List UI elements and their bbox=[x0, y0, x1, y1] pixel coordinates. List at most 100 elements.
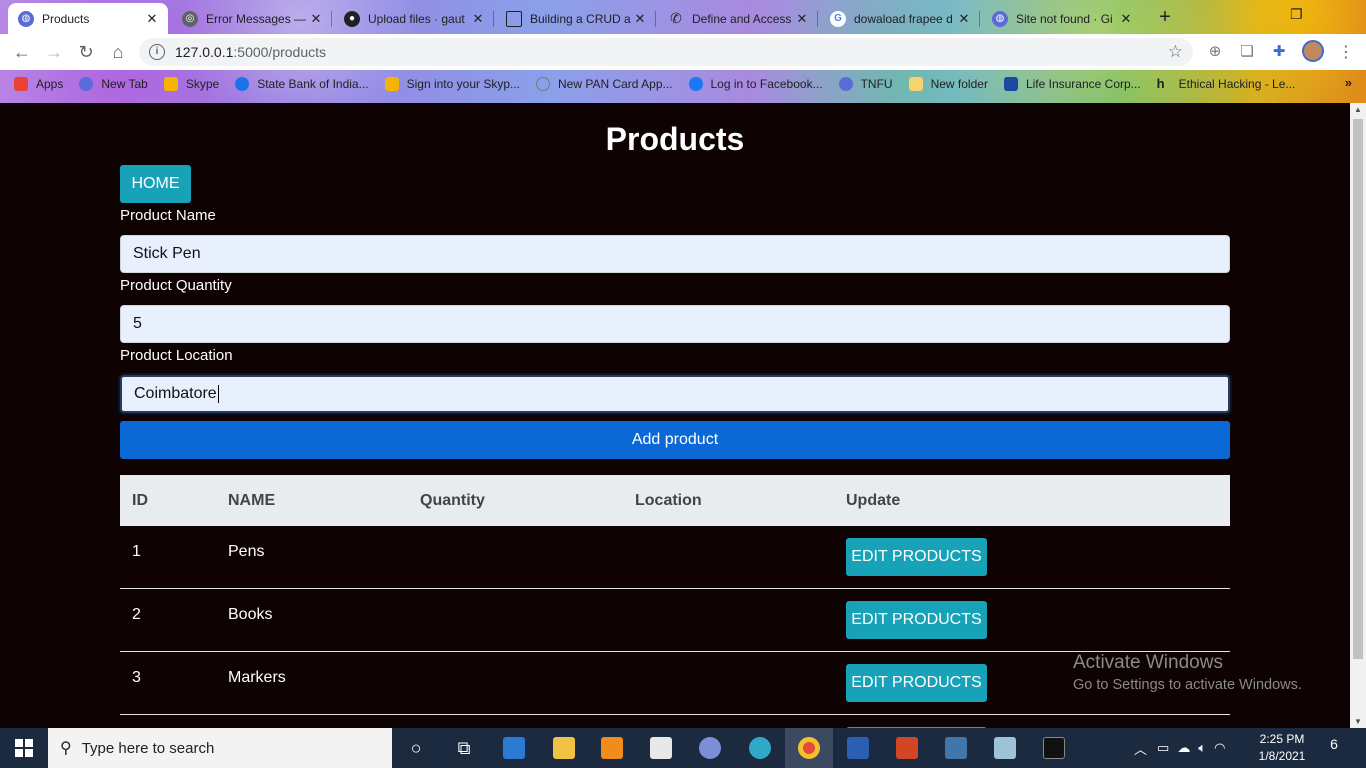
product-quantity-input[interactable]: 5 bbox=[120, 305, 1230, 343]
globe-icon: ◍ bbox=[18, 10, 34, 27]
chevron-up-icon[interactable]: ︿ bbox=[1134, 739, 1147, 758]
powerpoint-icon[interactable] bbox=[883, 728, 931, 768]
close-icon[interactable]: ✕ bbox=[1118, 11, 1134, 27]
chromium-icon[interactable] bbox=[686, 728, 734, 768]
page-scrollbar[interactable]: ▲ ▼ bbox=[1350, 103, 1366, 728]
header-quantity: Quantity bbox=[420, 492, 485, 509]
store-icon[interactable] bbox=[637, 728, 685, 768]
reload-icon[interactable]: ↻ bbox=[76, 42, 96, 62]
tab-divider bbox=[655, 11, 656, 27]
close-icon[interactable]: ✕ bbox=[956, 11, 972, 27]
bookmark-new-tab[interactable]: New Tab bbox=[79, 77, 148, 91]
globe-icon bbox=[79, 77, 94, 91]
system-tray: ︿ ▭ ☁ 🔈︎ ◠ bbox=[1134, 728, 1225, 768]
windows-logo-icon bbox=[163, 77, 178, 91]
word-icon[interactable] bbox=[834, 728, 882, 768]
tab-upload-files[interactable]: ● Upload files · gaut ✕ bbox=[334, 3, 494, 34]
bookmark-new-folder[interactable]: New folder bbox=[908, 77, 988, 91]
mail-icon[interactable] bbox=[490, 728, 538, 768]
bookmark-ethical-hacking[interactable]: h Ethical Hacking - Le... bbox=[1156, 76, 1296, 92]
close-icon[interactable]: ✕ bbox=[794, 11, 810, 27]
forward-icon[interactable]: → bbox=[44, 42, 64, 62]
extensions-icon[interactable]: ✚ bbox=[1270, 43, 1288, 61]
tab-site-not-found[interactable]: ◍ Site not found · Gi ✕ bbox=[982, 3, 1142, 34]
product-quantity-value: 5 bbox=[133, 315, 142, 332]
header-name: NAME bbox=[228, 492, 276, 509]
table-row: 2 Books EDIT PRODUCTS bbox=[120, 589, 1230, 652]
add-product-button[interactable]: Add product bbox=[120, 421, 1230, 459]
tab-download-frappe[interactable]: G dowaload frapee d ✕ bbox=[820, 3, 980, 34]
globe-icon bbox=[838, 77, 853, 91]
edge-icon[interactable] bbox=[736, 728, 784, 768]
battery-icon[interactable]: ▭ bbox=[1157, 740, 1169, 756]
new-tab-button[interactable]: + bbox=[1154, 6, 1176, 28]
scroll-down-icon[interactable]: ▼ bbox=[1350, 717, 1366, 726]
python-icon[interactable] bbox=[932, 728, 980, 768]
bookmark-skype[interactable]: Skype bbox=[163, 77, 219, 91]
notification-center-icon[interactable]: 6 bbox=[1322, 736, 1346, 760]
tab-divider bbox=[331, 11, 332, 27]
edit-products-button[interactable]: EDIT PRODUCTS bbox=[846, 538, 987, 576]
lic-logo-icon bbox=[1003, 77, 1018, 91]
cell-id: 2 bbox=[132, 606, 141, 623]
translate-icon[interactable]: ⊕ bbox=[1206, 43, 1224, 61]
address-bar[interactable]: i 127.0.0.1:5000/products ☆ bbox=[139, 38, 1193, 66]
cortana-icon[interactable]: ○ bbox=[392, 728, 440, 768]
copy-icon[interactable]: ❏ bbox=[1238, 43, 1256, 61]
tab-building-crud[interactable]: Building a CRUD a ✕ bbox=[496, 3, 656, 34]
bookmark-star-icon[interactable]: ☆ bbox=[1168, 42, 1183, 62]
products-table: ID NAME Quantity Location Update 1 Pens … bbox=[120, 475, 1230, 728]
bookmarks-overflow-button[interactable]: » bbox=[1345, 75, 1352, 90]
bookmark-tnfu[interactable]: TNFU bbox=[838, 77, 893, 91]
close-icon[interactable]: ✕ bbox=[470, 11, 486, 27]
clock-time: 2:25 PM bbox=[1259, 732, 1305, 746]
onedrive-icon[interactable]: ☁ bbox=[1177, 740, 1190, 756]
start-button[interactable] bbox=[0, 728, 48, 768]
tab-products[interactable]: ◍ Products ✕ bbox=[8, 3, 168, 34]
watermark-subtitle: Go to Settings to activate Windows. bbox=[1073, 677, 1302, 693]
tab-define-access[interactable]: ✆ Define and Access ✕ bbox=[658, 3, 818, 34]
close-icon[interactable]: ✕ bbox=[144, 11, 160, 27]
close-icon[interactable]: ✕ bbox=[308, 11, 324, 27]
scrollbar-thumb[interactable] bbox=[1353, 119, 1363, 659]
task-view-icon[interactable]: ⧉ bbox=[440, 728, 488, 768]
close-icon[interactable]: ✕ bbox=[632, 11, 648, 27]
github-icon: ● bbox=[344, 10, 360, 27]
bookmark-facebook[interactable]: Log in to Facebook... bbox=[688, 77, 823, 91]
chrome-icon[interactable] bbox=[785, 728, 833, 768]
bookmark-pan-card[interactable]: New PAN Card App... bbox=[536, 77, 673, 91]
notes-icon[interactable] bbox=[981, 728, 1029, 768]
bookmark-apps[interactable]: Apps bbox=[14, 77, 63, 91]
home-icon[interactable]: ⌂ bbox=[108, 42, 128, 62]
product-location-input[interactable]: Coimbatore bbox=[120, 375, 1230, 413]
info-icon[interactable]: i bbox=[149, 44, 165, 60]
taskbar-clock[interactable]: 2:25 PM 1/8/2021 bbox=[1255, 731, 1309, 765]
restore-window-icon[interactable]: ❐ bbox=[1290, 6, 1303, 23]
back-icon[interactable]: ← bbox=[12, 42, 32, 62]
tab-divider bbox=[979, 11, 980, 27]
product-name-input[interactable]: Stick Pen bbox=[120, 235, 1230, 273]
bookmark-label: New PAN Card App... bbox=[558, 77, 673, 91]
facebook-icon bbox=[688, 77, 703, 91]
menu-icon[interactable]: ⋮ bbox=[1338, 42, 1354, 62]
cell-name: Markers bbox=[228, 669, 286, 686]
globe-icon: ◍ bbox=[992, 10, 1008, 27]
taskbar-search[interactable]: ⚲ Type here to search bbox=[48, 728, 392, 768]
sublime-text-icon[interactable] bbox=[588, 728, 636, 768]
file-explorer-icon[interactable] bbox=[540, 728, 588, 768]
wifi-icon[interactable]: ◠ bbox=[1214, 740, 1225, 756]
home-button[interactable]: HOME bbox=[120, 165, 191, 203]
edit-products-button[interactable]: EDIT PRODUCTS bbox=[846, 601, 987, 639]
tab-title: Products bbox=[42, 11, 90, 26]
bookmark-skype-signin[interactable]: Sign into your Skyp... bbox=[384, 77, 520, 91]
bookmark-sbi[interactable]: State Bank of India... bbox=[235, 77, 369, 91]
product-name-value: Stick Pen bbox=[133, 245, 201, 262]
volume-icon[interactable]: 🔈︎ bbox=[1198, 740, 1206, 756]
terminal-icon[interactable] bbox=[1030, 728, 1078, 768]
tab-error-messages[interactable]: ◎ Error Messages — ✕ bbox=[172, 3, 332, 34]
scroll-up-icon[interactable]: ▲ bbox=[1350, 105, 1366, 114]
edit-products-button[interactable]: EDIT PRODUCTS bbox=[846, 664, 987, 702]
bookmark-lic[interactable]: Life Insurance Corp... bbox=[1003, 77, 1141, 91]
hackerearth-icon: h bbox=[1156, 76, 1165, 91]
profile-avatar[interactable] bbox=[1302, 40, 1324, 62]
